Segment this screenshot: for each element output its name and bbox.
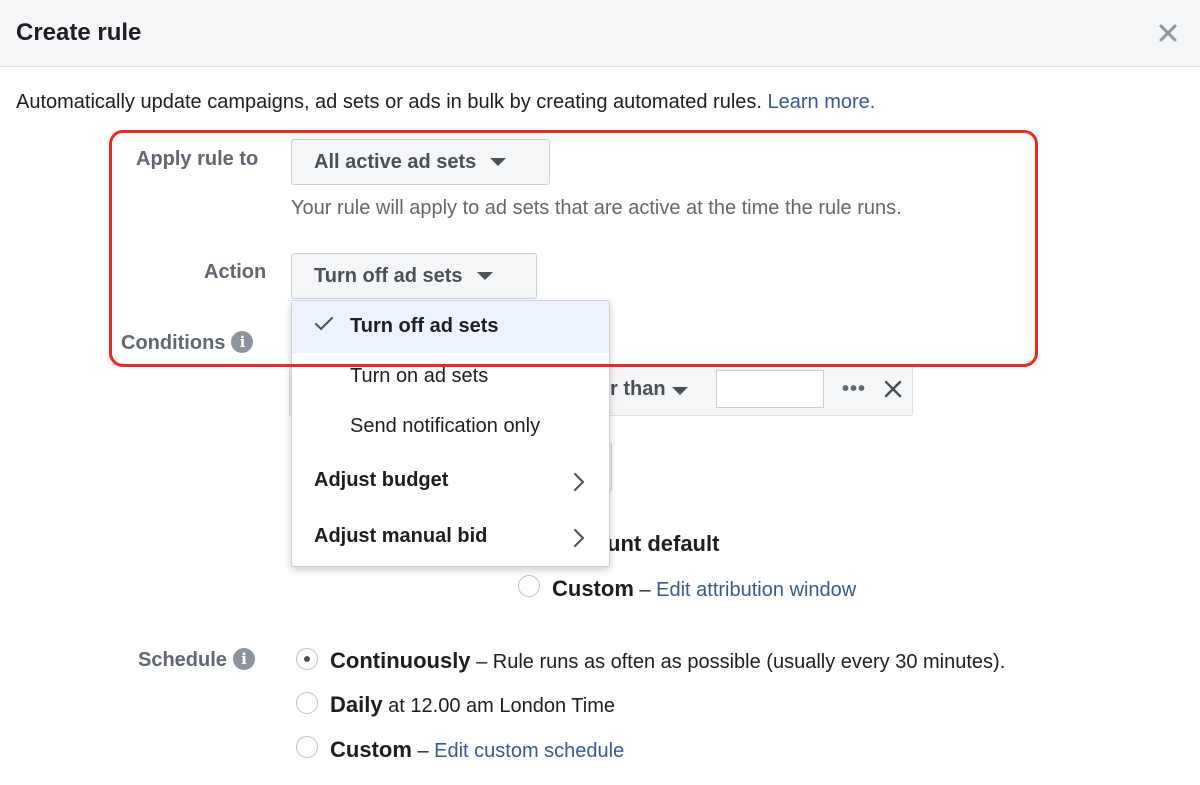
- condition-value-input[interactable]: [716, 370, 824, 408]
- chevron-right-icon: [574, 473, 585, 491]
- remove-condition-icon[interactable]: [882, 378, 904, 400]
- schedule-label: Schedule i: [138, 648, 255, 672]
- intro-text: Automatically update campaigns, ad sets …: [16, 91, 875, 114]
- schedule-daily-label: Daily: [330, 692, 383, 717]
- menu-item-turn-on-ad-sets[interactable]: Turn on ad sets: [292, 365, 609, 405]
- condition-operator-select[interactable]: r than: [610, 378, 688, 401]
- menu-item-adjust-manual-bid[interactable]: Adjust manual bid: [292, 525, 609, 565]
- menu-item-label: Send notification only: [350, 415, 541, 437]
- attribution-account-default: unt default: [607, 531, 720, 556]
- schedule-custom-label: Custom: [330, 737, 412, 762]
- menu-item-label: Turn on ad sets: [350, 365, 489, 387]
- schedule-custom-option: Custom – Edit custom schedule: [330, 737, 625, 762]
- edit-attribution-window-link[interactable]: Edit attribution window: [656, 579, 856, 601]
- apply-rule-label: Apply rule to: [136, 148, 259, 170]
- apply-rule-helper: Your rule will apply to ad sets that are…: [291, 197, 902, 219]
- action-dropdown[interactable]: Turn off ad sets: [291, 253, 537, 299]
- menu-item-send-notification-only[interactable]: Send notification only: [292, 415, 609, 455]
- info-icon[interactable]: i: [231, 331, 254, 353]
- dialog-header: Create rule: [0, 0, 1200, 67]
- action-label: Action: [204, 261, 267, 283]
- attribution-custom-radio[interactable]: [518, 575, 540, 597]
- schedule-continuously-label: Continuously: [330, 648, 471, 673]
- dialog-title: Create rule: [16, 19, 142, 46]
- apply-rule-dropdown[interactable]: All active ad sets: [291, 139, 550, 185]
- close-icon[interactable]: [1155, 20, 1181, 46]
- schedule-daily-detail: at 12.00 am London Time: [388, 695, 615, 717]
- schedule-continuously-radio[interactable]: [296, 648, 318, 670]
- schedule-label-text: Schedule: [138, 649, 227, 671]
- schedule-continuously-detail: Rule runs as often as possible (usually …: [492, 651, 1006, 673]
- menu-item-adjust-budget[interactable]: Adjust budget: [292, 469, 609, 509]
- caret-down-icon: [671, 387, 688, 395]
- apply-rule-value: All active ad sets: [314, 150, 477, 173]
- intro-description: Automatically update campaigns, ad sets …: [16, 91, 762, 113]
- action-value: Turn off ad sets: [314, 264, 463, 287]
- caret-down-icon: [490, 158, 507, 166]
- schedule-daily-radio[interactable]: [296, 692, 318, 714]
- more-options-icon[interactable]: •••: [842, 378, 866, 401]
- edit-custom-schedule-link[interactable]: Edit custom schedule: [434, 740, 624, 762]
- attribution-custom-option: Custom – Edit attribution window: [552, 576, 857, 601]
- menu-item-label: Adjust manual bid: [314, 525, 488, 547]
- learn-more-link[interactable]: Learn more.: [768, 91, 876, 113]
- conditions-label-text: Conditions: [121, 332, 226, 354]
- menu-item-turn-off-ad-sets[interactable]: Turn off ad sets: [292, 301, 609, 353]
- menu-item-label: Turn off ad sets: [350, 315, 499, 337]
- schedule-custom-radio[interactable]: [296, 736, 318, 758]
- schedule-continuously-option: Continuously – Rule runs as often as pos…: [330, 648, 1006, 673]
- condition-operator-value: r than: [610, 378, 666, 400]
- info-icon[interactable]: i: [232, 648, 255, 670]
- schedule-daily-option: Daily at 12.00 am London Time: [330, 692, 615, 718]
- chevron-right-icon: [574, 529, 585, 547]
- attribution-custom-label: Custom: [552, 576, 634, 601]
- conditions-label: Conditions i: [121, 331, 254, 355]
- checkmark-icon: [315, 317, 333, 331]
- menu-item-label: Adjust budget: [314, 469, 449, 491]
- action-dropdown-menu: Turn off ad sets Turn on ad sets Send no…: [291, 300, 610, 567]
- caret-down-icon: [476, 272, 493, 280]
